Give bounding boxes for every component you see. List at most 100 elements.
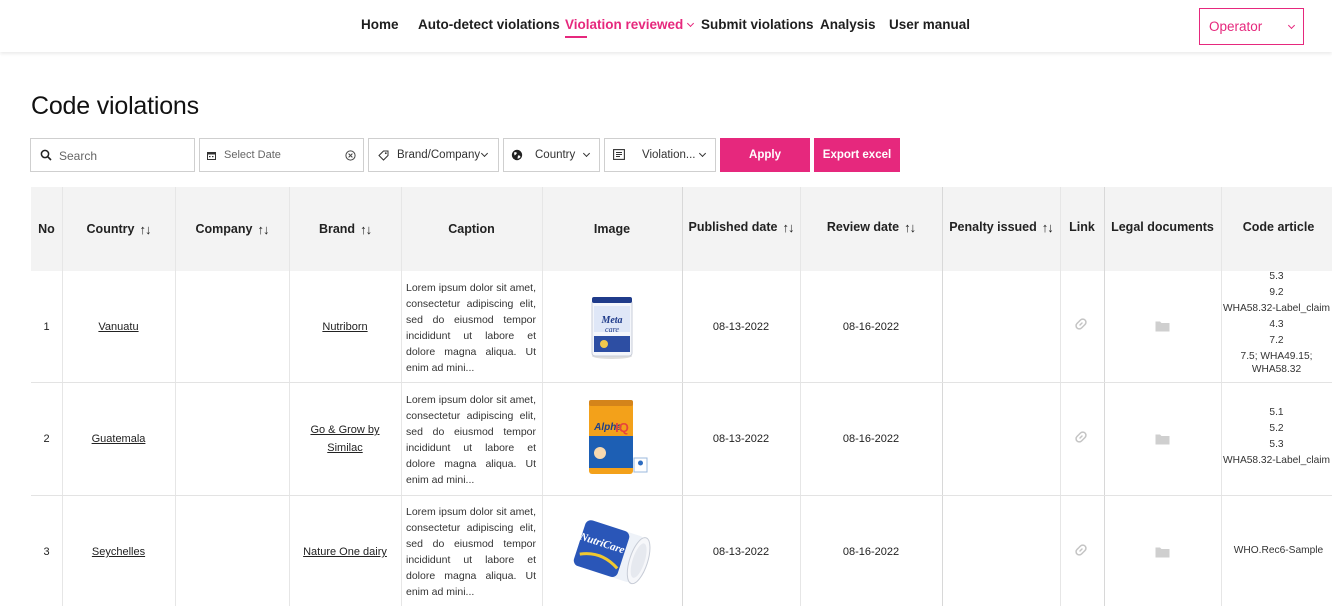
nav-violation-reviewed[interactable]: Violation reviewed bbox=[565, 17, 695, 38]
table-row[interactable]: 3 Seychelles Nature One dairy Lorem ipsu… bbox=[31, 496, 1332, 606]
role-label: Operator bbox=[1209, 19, 1263, 34]
company-cell bbox=[175, 383, 289, 495]
product-image[interactable]: Alpha IQ bbox=[572, 398, 652, 480]
sort-icon[interactable]: ↑↓ bbox=[257, 222, 269, 237]
code-article-cell: 5.3 9.2 WHA58.32-Label_claim 4.3 7.2 7.5… bbox=[1221, 269, 1332, 375]
code-item: WHA58.32-Label_claim bbox=[1222, 303, 1331, 314]
country-cell: Seychelles bbox=[62, 496, 175, 606]
clear-icon[interactable] bbox=[345, 150, 356, 161]
header-country[interactable]: Country ↑↓ bbox=[62, 187, 175, 271]
nav-user-manual[interactable]: User manual bbox=[889, 17, 970, 32]
nav-submit-violations[interactable]: Submit violations bbox=[701, 17, 814, 32]
folder-icon[interactable] bbox=[1155, 546, 1170, 558]
brand-link[interactable]: Go & Grow by Similac bbox=[305, 421, 385, 457]
company-cell bbox=[175, 496, 289, 606]
product-image[interactable]: Meta care bbox=[582, 292, 642, 362]
header-company-label: Company bbox=[195, 222, 253, 236]
date-picker[interactable]: Select Date bbox=[199, 138, 364, 172]
code-item: 5.3 bbox=[1269, 271, 1284, 282]
violation-select[interactable]: Violation... bbox=[604, 138, 716, 172]
apply-button[interactable]: Apply bbox=[720, 138, 810, 172]
folder-icon[interactable] bbox=[1155, 433, 1170, 445]
violations-table: No Country ↑↓ Company ↑↓ Brand ↑↓ Caption I… bbox=[31, 187, 1332, 606]
list-icon bbox=[613, 149, 625, 160]
country-cell: Vanuatu bbox=[62, 271, 175, 382]
header-image: Image bbox=[542, 187, 682, 271]
nav-analysis[interactable]: Analysis bbox=[820, 17, 876, 32]
product-image[interactable]: NutriCare bbox=[562, 510, 662, 594]
header-brand-label: Brand bbox=[318, 222, 356, 236]
code-item: WHO.Rec6-Sample bbox=[1233, 545, 1324, 556]
code-item: 4.3 bbox=[1269, 319, 1284, 330]
sort-icon[interactable]: ↑↓ bbox=[1042, 220, 1054, 235]
date-placeholder: Select Date bbox=[224, 149, 281, 161]
brand-cell: Nature One dairy bbox=[289, 496, 401, 606]
published-date-cell: 08-13-2022 bbox=[712, 546, 770, 558]
chevron-down-icon bbox=[480, 149, 489, 158]
top-nav: Home Auto-detect violations Violation re… bbox=[0, 0, 1332, 52]
svg-text:IQ: IQ bbox=[615, 420, 629, 435]
code-item: 7.2 bbox=[1269, 335, 1284, 346]
link-icon[interactable] bbox=[1074, 317, 1088, 331]
header-published-date[interactable]: Published date ↑↓ bbox=[682, 187, 800, 269]
header-image-label: Image bbox=[593, 222, 631, 236]
header-penalty-label: Penalty issued bbox=[949, 220, 1037, 234]
nav-home[interactable]: Home bbox=[361, 17, 399, 32]
published-date-cell: 08-13-2022 bbox=[712, 433, 770, 445]
folder-icon[interactable] bbox=[1155, 320, 1170, 332]
brand-link[interactable]: Nature One dairy bbox=[303, 546, 387, 558]
calendar-icon bbox=[207, 152, 216, 160]
country-link[interactable]: Vanuatu bbox=[98, 321, 138, 333]
country-link[interactable]: Seychelles bbox=[92, 546, 145, 558]
role-select[interactable]: Operator bbox=[1199, 8, 1304, 45]
search-placeholder: Search bbox=[59, 149, 98, 163]
brand-cell: Go & Grow by Similac bbox=[289, 383, 401, 495]
header-brand[interactable]: Brand ↑↓ bbox=[289, 187, 401, 271]
code-item: 5.1 bbox=[1269, 407, 1284, 418]
header-legal-documents: Legal documents bbox=[1104, 187, 1221, 269]
link-icon[interactable] bbox=[1074, 430, 1088, 444]
brand-company-select[interactable]: Brand/Company bbox=[368, 138, 499, 172]
chevron-down-icon bbox=[698, 149, 707, 158]
row-no: 1 bbox=[43, 320, 50, 333]
header-code-label: Code article bbox=[1242, 220, 1315, 234]
sort-icon[interactable]: ↑↓ bbox=[782, 220, 794, 235]
link-icon[interactable] bbox=[1074, 543, 1088, 557]
nav-auto-detect[interactable]: Auto-detect violations bbox=[418, 17, 560, 32]
header-penalty-issued[interactable]: Penalty issued ↑↓ bbox=[942, 187, 1060, 269]
header-company[interactable]: Company ↑↓ bbox=[175, 187, 289, 271]
code-item: WHA58.32-Label_claim bbox=[1222, 455, 1331, 466]
penalty-cell bbox=[942, 271, 1060, 382]
country-select[interactable]: Country bbox=[503, 138, 600, 172]
export-excel-button[interactable]: Export excel bbox=[814, 138, 900, 172]
chevron-down-icon bbox=[582, 149, 591, 158]
brand-company-label: Brand/Company bbox=[397, 149, 481, 161]
penalty-cell bbox=[942, 496, 1060, 606]
country-link[interactable]: Guatemala bbox=[92, 433, 146, 445]
nav-violation-reviewed-label: Violation reviewed bbox=[565, 17, 684, 32]
violation-label: Violation... bbox=[642, 149, 696, 161]
page-title: Code violations bbox=[31, 92, 199, 120]
search-input[interactable]: Search bbox=[30, 138, 195, 172]
code-article-cell: 5.1 5.2 5.3 WHA58.32-Label_claim bbox=[1221, 405, 1332, 469]
image-cell[interactable]: Meta care bbox=[542, 271, 682, 382]
brand-cell: Nutriborn bbox=[289, 271, 401, 382]
code-item: 5.3 bbox=[1269, 439, 1284, 450]
sort-icon[interactable]: ↑↓ bbox=[360, 222, 372, 237]
sort-icon[interactable]: ↑↓ bbox=[904, 220, 916, 235]
image-cell[interactable]: Alpha IQ bbox=[542, 383, 682, 495]
published-date-cell: 08-13-2022 bbox=[712, 320, 770, 333]
brand-link[interactable]: Nutriborn bbox=[322, 321, 367, 333]
svg-text:care: care bbox=[605, 325, 619, 334]
image-cell[interactable]: NutriCare bbox=[542, 496, 682, 606]
table-row[interactable]: 2 Guatemala Go & Grow by Similac Lorem i… bbox=[31, 383, 1332, 496]
table-row[interactable]: 1 Vanuatu Nutriborn Lorem ipsum dolor si… bbox=[31, 271, 1332, 383]
header-caption: Caption bbox=[401, 187, 542, 271]
header-link: Link bbox=[1060, 187, 1104, 269]
search-icon bbox=[40, 149, 52, 161]
header-review-date[interactable]: Review date ↑↓ bbox=[800, 187, 942, 269]
sort-icon[interactable]: ↑↓ bbox=[139, 222, 151, 237]
active-underline bbox=[565, 36, 587, 38]
row-no: 3 bbox=[43, 546, 50, 558]
chevron-down-icon bbox=[687, 19, 695, 28]
